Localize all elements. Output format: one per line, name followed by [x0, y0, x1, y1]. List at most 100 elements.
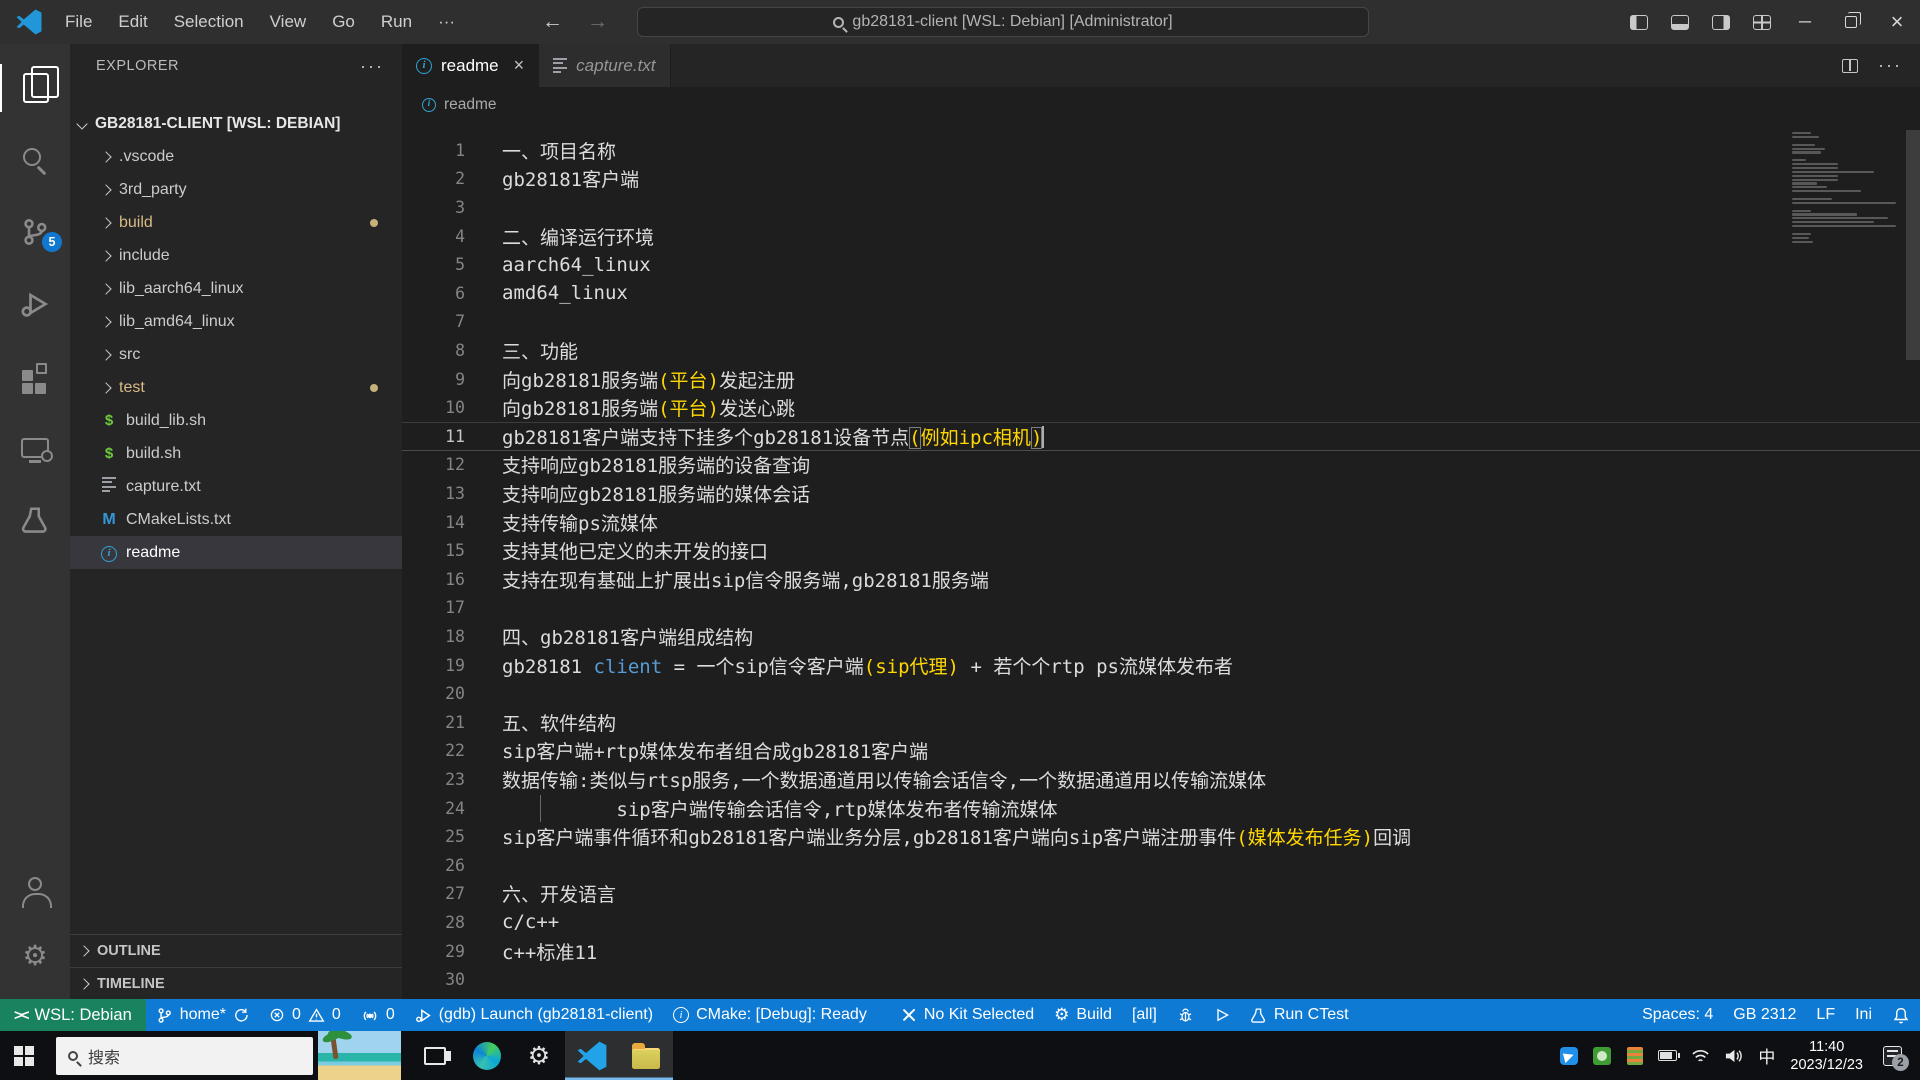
- tray-green-app-icon[interactable]: [1592, 1046, 1611, 1065]
- code-line[interactable]: 12支持响应gb28181服务端的设备查询: [402, 451, 1920, 480]
- code-line[interactable]: 7: [402, 308, 1920, 337]
- edge-button[interactable]: [461, 1031, 513, 1080]
- tree-item-test[interactable]: test: [70, 371, 402, 404]
- explorer-icon[interactable]: [0, 64, 70, 112]
- ime-indicator[interactable]: 中: [1757, 1046, 1776, 1065]
- tree-item-vscode[interactable]: .vscode: [70, 140, 402, 173]
- debug-target-item[interactable]: [1167, 999, 1204, 1031]
- code-line[interactable]: 5aarch64_linux: [402, 250, 1920, 279]
- menu-run[interactable]: Run: [368, 0, 425, 44]
- minimap[interactable]: [1792, 132, 1902, 248]
- code-line[interactable]: 13支持响应gb28181服务端的媒体会话: [402, 479, 1920, 508]
- code-line[interactable]: 24 sip客户端传输会话信令,rtp媒体发布者传输流媒体: [402, 794, 1920, 823]
- taskbar-search-box[interactable]: 搜索: [56, 1037, 313, 1075]
- eol-item[interactable]: LF: [1806, 999, 1845, 1031]
- command-center[interactable]: gb28181-client [WSL: Debian] [Administra…: [637, 7, 1369, 37]
- code-line[interactable]: 16支持在现有基础上扩展出sip信令服务端,gb28181服务端: [402, 565, 1920, 594]
- toggle-secondary-sidebar-icon[interactable]: [1712, 15, 1730, 30]
- toggle-panel-icon[interactable]: [1671, 15, 1689, 30]
- problems-item[interactable]: 0 0: [259, 999, 351, 1031]
- code-line[interactable]: 9向gb28181服务端(平台)发起注册: [402, 365, 1920, 394]
- close-tab-icon[interactable]: ×: [514, 55, 525, 76]
- notifications-item[interactable]: [1882, 999, 1920, 1031]
- cmake-status-item[interactable]: i CMake: [Debug]: Ready: [663, 999, 877, 1031]
- tray-notes-app-icon[interactable]: [1625, 1046, 1644, 1065]
- indentation-item[interactable]: Spaces: 4: [1632, 999, 1723, 1031]
- code-line[interactable]: 3: [402, 193, 1920, 222]
- ports-item[interactable]: 0: [351, 999, 405, 1031]
- customize-layout-icon[interactable]: [1753, 15, 1771, 30]
- code-line[interactable]: 22sip客户端+rtp媒体发布者组合成gb28181客户端: [402, 737, 1920, 766]
- search-highlight-image[interactable]: [318, 1031, 401, 1080]
- wifi-icon[interactable]: [1691, 1046, 1710, 1065]
- breadcrumb[interactable]: i readme: [402, 87, 1920, 122]
- tree-item-cmakelists[interactable]: MCMakeLists.txt: [70, 503, 402, 536]
- tree-item-build[interactable]: build: [70, 206, 402, 239]
- notification-center-button[interactable]: 2: [1883, 1046, 1902, 1065]
- menu-file[interactable]: File: [52, 0, 105, 44]
- code-line[interactable]: 4二、编译运行环境: [402, 222, 1920, 251]
- tree-item-include[interactable]: include: [70, 239, 402, 272]
- cmake-build-item[interactable]: ⚙ Build: [1044, 999, 1122, 1031]
- code-line[interactable]: 10向gb28181服务端(平台)发送心跳: [402, 393, 1920, 422]
- tree-item-capture-txt[interactable]: capture.txt: [70, 470, 402, 503]
- code-line[interactable]: 29c++标准11: [402, 937, 1920, 966]
- timeline-section-header[interactable]: TIMELINE: [70, 967, 402, 1000]
- menu-view[interactable]: View: [257, 0, 320, 44]
- code-line[interactable]: 1一、项目名称: [402, 136, 1920, 165]
- vscode-taskbar-button[interactable]: [565, 1031, 619, 1080]
- ctest-item[interactable]: Run CTest: [1240, 999, 1359, 1031]
- build-target-item[interactable]: [all]: [1122, 999, 1167, 1031]
- cmake-kit-item[interactable]: No Kit Selected: [891, 999, 1044, 1031]
- tree-item-src[interactable]: src: [70, 338, 402, 371]
- code-line[interactable]: 18四、gb28181客户端组成结构: [402, 622, 1920, 651]
- extensions-icon[interactable]: [0, 352, 70, 400]
- minimize-button[interactable]: ─: [1782, 0, 1828, 44]
- toggle-sidebar-icon[interactable]: [1630, 15, 1648, 30]
- task-view-button[interactable]: [409, 1031, 461, 1080]
- menu-edit[interactable]: Edit: [105, 0, 160, 44]
- tab-capture-txt[interactable]: capture.txt: [539, 44, 670, 87]
- menu-more[interactable]: ···: [425, 0, 468, 44]
- remote-indicator[interactable]: >< WSL: Debian: [0, 999, 146, 1031]
- code-line[interactable]: 26: [402, 851, 1920, 880]
- tree-item-lib-amd64[interactable]: lib_amd64_linux: [70, 305, 402, 338]
- code-line[interactable]: 14支持传输ps流媒体: [402, 508, 1920, 537]
- tree-item-readme[interactable]: ireadme: [70, 536, 402, 569]
- outline-section-header[interactable]: OUTLINE: [70, 934, 402, 967]
- code-line[interactable]: 23数据传输:类似与rtsp服务,一个数据通道用以传输会话信令,一个数据通道用以…: [402, 765, 1920, 794]
- debug-launch-item[interactable]: (gdb) Launch (gb28181-client): [405, 999, 663, 1031]
- tree-item-lib-aarch64[interactable]: lib_aarch64_linux: [70, 272, 402, 305]
- code-line[interactable]: 11gb28181客户端支持下挂多个gb28181设备节点(例如ipc相机): [402, 422, 1920, 451]
- tree-item-3rd-party[interactable]: 3rd_party: [70, 173, 402, 206]
- code-line[interactable]: 28c/c++: [402, 908, 1920, 937]
- code-line[interactable]: 6amd64_linux: [402, 279, 1920, 308]
- code-line[interactable]: 21五、软件结构: [402, 708, 1920, 737]
- tray-blue-app-icon[interactable]: [1559, 1046, 1578, 1065]
- nav-forward-icon[interactable]: →: [575, 10, 620, 34]
- run-debug-icon[interactable]: [0, 280, 70, 328]
- split-editor-icon[interactable]: [1842, 59, 1858, 73]
- code-line[interactable]: 20: [402, 679, 1920, 708]
- start-button[interactable]: [0, 1031, 48, 1080]
- volume-icon[interactable]: [1724, 1046, 1743, 1065]
- tree-item-build-sh[interactable]: $build.sh: [70, 437, 402, 470]
- tree-item-build-lib-sh[interactable]: $build_lib.sh: [70, 404, 402, 437]
- explorer-more-icon[interactable]: ···: [360, 56, 384, 77]
- git-branch-item[interactable]: home*: [146, 999, 259, 1031]
- menu-go[interactable]: Go: [319, 0, 368, 44]
- editor-more-actions-icon[interactable]: ···: [1878, 55, 1902, 76]
- close-button[interactable]: ×: [1874, 0, 1920, 44]
- code-line[interactable]: 2gb28181客户端: [402, 165, 1920, 194]
- code-area[interactable]: 1一、项目名称2gb28181客户端34二、编译运行环境5aarch64_lin…: [402, 44, 1920, 999]
- nav-back-icon[interactable]: ←: [530, 10, 575, 34]
- code-line[interactable]: 8三、功能: [402, 336, 1920, 365]
- code-line[interactable]: 19gb28181 client = 一个sip信令客户端(sip代理) + 若…: [402, 651, 1920, 680]
- restore-button[interactable]: [1828, 0, 1874, 44]
- launch-target-item[interactable]: [1204, 999, 1240, 1031]
- taskbar-clock[interactable]: 11:40 2023/12/23: [1790, 1038, 1863, 1074]
- settings-button[interactable]: ⚙: [513, 1031, 565, 1080]
- code-line[interactable]: 30: [402, 965, 1920, 994]
- vertical-scrollbar[interactable]: [1906, 122, 1920, 999]
- code-line[interactable]: 27六、开发语言: [402, 880, 1920, 909]
